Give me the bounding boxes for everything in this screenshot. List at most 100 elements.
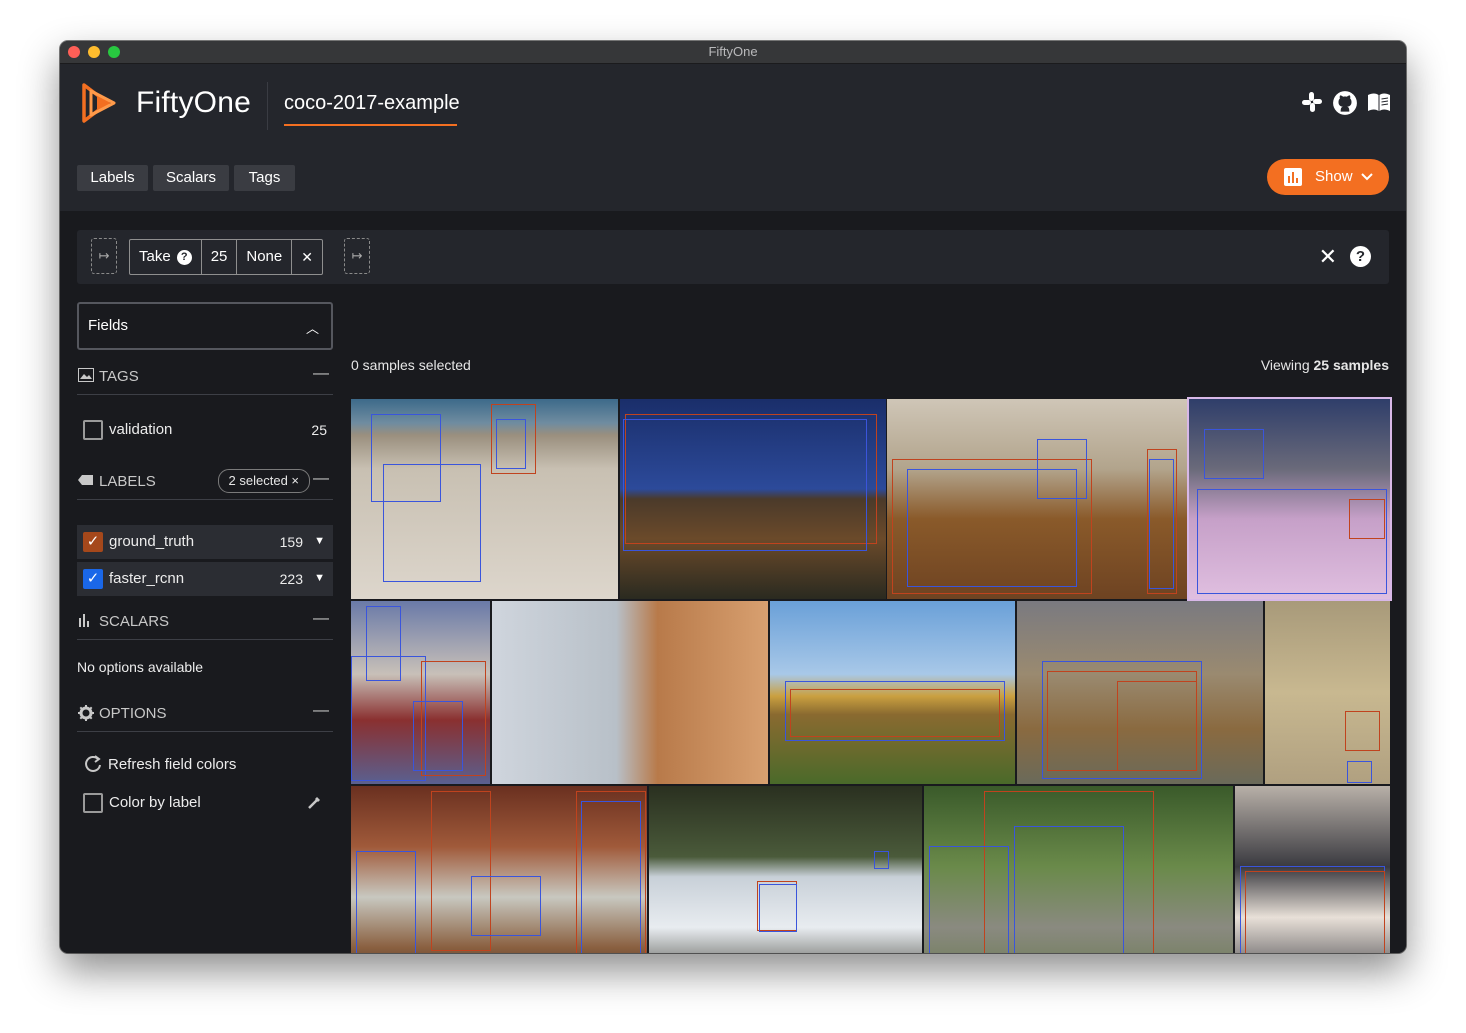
- view-stage: Take ? 25 None ✕: [129, 239, 323, 275]
- detection-box: [759, 884, 797, 932]
- tab-labels[interactable]: Labels: [77, 165, 148, 191]
- zoom-window-button[interactable]: [108, 46, 120, 58]
- chevron-down-icon: [1361, 173, 1373, 181]
- title-bar: FiftyOne: [60, 41, 1406, 64]
- sample-thumbnail[interactable]: [649, 786, 922, 953]
- toolbar: Labels Scalars Tags Show: [60, 149, 1406, 211]
- dataset-name[interactable]: coco-2017-example: [284, 92, 460, 115]
- scalars-section-header[interactable]: SCALARS —: [77, 609, 333, 640]
- color-picker-icon[interactable]: [307, 794, 323, 810]
- tag-row-validation[interactable]: validation 25: [77, 413, 333, 445]
- tag-count: 25: [311, 422, 327, 438]
- detection-box: [1149, 459, 1174, 589]
- ground-truth-checkbox[interactable]: ✓: [83, 532, 103, 552]
- color-by-label-row[interactable]: Color by label: [77, 786, 333, 818]
- image-icon: [78, 368, 94, 382]
- color-by-label-checkbox[interactable]: [83, 793, 103, 813]
- tag-checkbox[interactable]: [83, 420, 103, 440]
- detection-box: [874, 851, 889, 869]
- header-divider: [267, 82, 268, 130]
- faster-rcnn-checkbox[interactable]: ✓: [83, 569, 103, 589]
- fields-dropdown[interactable]: Fields ︿: [77, 302, 333, 350]
- view-help-icon[interactable]: ?: [1350, 246, 1371, 267]
- faster-rcnn-label: faster_rcnn: [109, 570, 185, 587]
- faster-rcnn-count: 223: [279, 571, 303, 587]
- help-icon[interactable]: ?: [176, 249, 192, 265]
- sample-thumbnail[interactable]: [887, 399, 1187, 599]
- stage-size-param[interactable]: 25: [202, 240, 238, 274]
- tab-scalars[interactable]: Scalars: [153, 165, 229, 191]
- docs-book-icon[interactable]: [1366, 90, 1392, 114]
- labels-title: LABELS: [99, 473, 156, 490]
- sample-thumbnail[interactable]: [351, 786, 647, 953]
- detection-box: [1014, 826, 1124, 953]
- ground-truth-label: ground_truth: [109, 533, 195, 550]
- label-row-ground-truth[interactable]: ✓ ground_truth 159 ▼: [77, 525, 333, 559]
- sidebar: Fields ︿ TAGS — validation 25 LABELS 2 s…: [77, 302, 333, 942]
- detection-box: [383, 464, 481, 582]
- add-stage-after-icon[interactable]: ↦: [344, 238, 370, 274]
- sample-thumbnail[interactable]: [1265, 601, 1390, 784]
- sample-thumbnail[interactable]: [492, 601, 768, 784]
- sample-thumbnail[interactable]: [620, 399, 886, 599]
- options-title: OPTIONS: [99, 705, 167, 722]
- sample-thumbnail[interactable]: [1017, 601, 1263, 784]
- fiftyone-logo-icon: [82, 83, 116, 123]
- app-header: FiftyOne coco-2017-example: [60, 64, 1406, 149]
- stage-name-take[interactable]: Take ?: [130, 240, 202, 274]
- fields-label: Fields: [88, 317, 129, 334]
- color-by-label-text: Color by label: [109, 794, 201, 811]
- app-window: FiftyOne FiftyOne coco-2017-example Labe…: [60, 41, 1406, 953]
- collapse-options-icon[interactable]: —: [313, 702, 329, 720]
- slack-icon[interactable]: [1300, 90, 1324, 114]
- caret-down-icon[interactable]: ▼: [314, 535, 325, 547]
- refresh-colors-row[interactable]: Refresh field colors: [77, 748, 333, 780]
- sample-thumbnail[interactable]: [351, 601, 490, 784]
- detection-box: [929, 846, 1009, 953]
- label-row-faster-rcnn[interactable]: ✓ faster_rcnn 223 ▼: [77, 562, 333, 596]
- stage-seed-param[interactable]: None: [237, 240, 293, 274]
- sample-thumbnail[interactable]: [770, 601, 1015, 784]
- ground-truth-count: 159: [279, 534, 303, 550]
- detection-box: [1117, 681, 1197, 771]
- detection-box: [496, 419, 526, 469]
- options-section-header[interactable]: OPTIONS —: [77, 701, 333, 732]
- detection-box: [581, 801, 641, 953]
- scalars-empty-text: No options available: [77, 659, 204, 675]
- add-stage-before-icon[interactable]: ↦: [91, 238, 117, 274]
- collapse-labels-icon[interactable]: —: [313, 470, 329, 488]
- viewing-count: Viewing 25 samples: [1261, 357, 1389, 373]
- detection-box: [471, 876, 541, 936]
- window-title: FiftyOne: [708, 44, 758, 59]
- detection-box: [413, 701, 463, 771]
- caret-down-icon[interactable]: ▼: [314, 572, 325, 584]
- sample-thumbnail[interactable]: [1235, 786, 1390, 953]
- tags-title: TAGS: [99, 368, 139, 385]
- bar-chart-icon: [79, 614, 89, 627]
- refresh-icon: [85, 755, 101, 772]
- detection-box: [1345, 711, 1380, 751]
- sample-thumbnail[interactable]: [924, 786, 1233, 953]
- gear-icon: [78, 705, 94, 721]
- collapse-tags-icon[interactable]: —: [313, 365, 329, 383]
- tab-tags[interactable]: Tags: [234, 165, 295, 191]
- show-button[interactable]: Show: [1267, 159, 1389, 195]
- labels-section-header[interactable]: LABELS 2 selected × —: [77, 469, 333, 500]
- detection-box: [1347, 761, 1372, 783]
- detection-box: [790, 689, 1000, 737]
- close-window-button[interactable]: [68, 46, 80, 58]
- sample-thumbnail[interactable]: [351, 399, 618, 599]
- minimize-window-button[interactable]: [88, 46, 100, 58]
- remove-stage-icon[interactable]: ✕: [292, 240, 322, 274]
- collapse-scalars-icon[interactable]: —: [313, 610, 329, 628]
- clear-view-icon[interactable]: ✕: [1319, 246, 1337, 268]
- github-icon[interactable]: [1332, 90, 1358, 116]
- tag-label: validation: [109, 421, 173, 438]
- view-bar: ↦ Take ? 25 None ✕ ↦ ✕ ?: [77, 230, 1389, 284]
- labels-selected-badge[interactable]: 2 selected ×: [217, 469, 310, 493]
- refresh-colors-label: Refresh field colors: [108, 756, 237, 773]
- sample-thumbnail[interactable]: [1187, 397, 1392, 601]
- tags-section-header[interactable]: TAGS —: [77, 364, 333, 395]
- detection-box: [1037, 439, 1087, 499]
- detection-box: [356, 851, 416, 953]
